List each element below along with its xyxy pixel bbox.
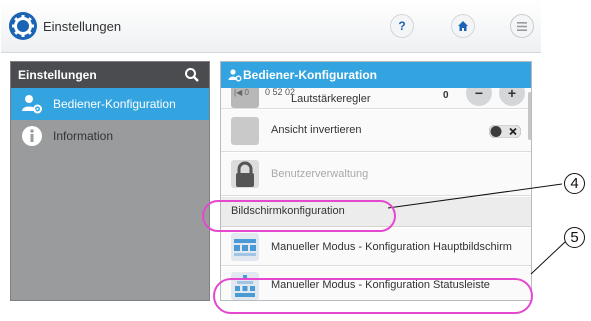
callout-4-number: 4 xyxy=(564,173,585,194)
callout-5-leader xyxy=(530,241,566,275)
callout-4-highlight xyxy=(202,200,396,232)
callout-4-leader xyxy=(387,183,563,209)
callout-5-number: 5 xyxy=(564,227,585,248)
callout-5-highlight xyxy=(213,278,533,314)
callout-leader-lines xyxy=(387,183,566,275)
